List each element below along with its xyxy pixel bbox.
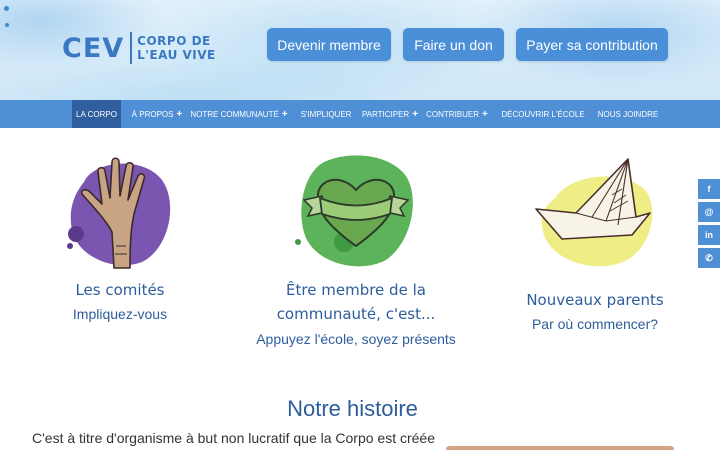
donate-button[interactable]: Faire un don: [403, 28, 504, 61]
facebook-icon[interactable]: f: [698, 179, 720, 199]
nav-label: NOUS JOINDRE: [597, 109, 659, 119]
nav-label: LA CORPO: [76, 109, 117, 119]
history-photo: [446, 446, 674, 450]
history-title: Notre histoire: [287, 396, 418, 421]
site-logo[interactable]: CEV CORPO DE L'EAU VIVE: [62, 30, 216, 66]
logo-name: CORPO DE L'EAU VIVE: [137, 34, 216, 62]
whatsapp-icon[interactable]: ✆: [698, 248, 720, 268]
feature-title-line2: communauté, c'est...: [276, 305, 436, 323]
nav-item-nous-joindre[interactable]: NOUS JOINDRE: [596, 100, 660, 128]
nav-item-a-propos[interactable]: À PROPOS +: [129, 100, 185, 128]
nav-label: CONTRIBUER: [426, 109, 480, 119]
nav-item-la-corpo[interactable]: LA CORPO: [72, 100, 121, 128]
nav-item-notre-communaute[interactable]: NOTRE COMMUNAUTÉ +: [190, 100, 288, 128]
plus-icon: +: [482, 108, 488, 120]
logo-divider: [130, 32, 133, 64]
nav-label: PARTICIPER: [361, 109, 410, 119]
decor-dot: [4, 6, 9, 11]
nav-item-s-impliquer[interactable]: S'IMPLIQUER: [298, 100, 354, 128]
membership-image[interactable]: [294, 150, 418, 270]
committees-image[interactable]: [66, 150, 176, 270]
site-header: CEV CORPO DE L'EAU VIVE Devenir membre F…: [0, 0, 720, 100]
nav-item-decouvrir-l-ecole[interactable]: DÉCOUVRIR L'ÉCOLE: [500, 100, 586, 128]
feature-membership[interactable]: Être membre de la communauté, c'est... A…: [250, 278, 462, 347]
nav-item-contribuer[interactable]: CONTRIBUER +: [426, 100, 488, 128]
linkedin-icon[interactable]: in: [698, 225, 720, 245]
feature-title: Nouveaux parents: [526, 291, 664, 309]
plus-icon: +: [176, 108, 183, 120]
main-nav: LA CORPO À PROPOS + NOTRE COMMUNAUTÉ + S…: [0, 100, 720, 128]
feature-committees[interactable]: Les comités Impliquez-vous: [50, 278, 190, 322]
nav-label: NOTRE COMMUNAUTÉ: [190, 109, 279, 119]
email-icon[interactable]: @: [698, 202, 720, 222]
nav-label: DÉCOUVRIR L'ÉCOLE: [501, 109, 585, 119]
heart-banner-icon: [295, 155, 413, 267]
logo-line1: CORPO DE: [137, 34, 211, 48]
nav-label: S'IMPLIQUER: [300, 109, 352, 119]
feature-title-line1: Être membre de la: [286, 281, 426, 299]
plus-icon: +: [412, 108, 419, 120]
logo-abbr: CEV: [62, 32, 125, 64]
feature-subtitle: Appuyez l'école, soyez présents: [256, 331, 456, 347]
hand-icon: [67, 157, 171, 269]
paper-boat-icon: [535, 158, 653, 267]
decor-dot: [5, 23, 9, 27]
new-parents-image[interactable]: [532, 155, 656, 271]
feature-title: Les comités: [75, 281, 165, 299]
feature-new-parents[interactable]: Nouveaux parents Par où commencer?: [500, 288, 690, 332]
feature-subtitle: Par où commencer?: [531, 316, 659, 332]
plus-icon: +: [281, 108, 288, 120]
logo-line2: L'EAU VIVE: [137, 48, 216, 62]
nav-label: À PROPOS: [131, 109, 174, 119]
nav-item-participer[interactable]: PARTICIPER +: [360, 100, 420, 128]
feature-subtitle: Impliquez-vous: [72, 306, 168, 322]
become-member-button[interactable]: Devenir membre: [267, 28, 391, 61]
history-text: C'est à titre d'organisme à but non lucr…: [32, 430, 436, 446]
pay-contribution-button[interactable]: Payer sa contribution: [516, 28, 668, 61]
